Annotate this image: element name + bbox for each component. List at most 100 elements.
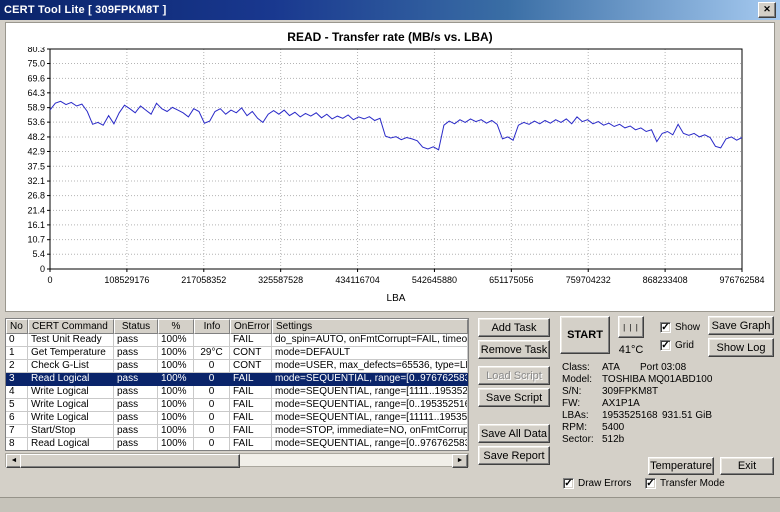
device-info-value: 1953525168 [602, 410, 658, 421]
device-info-label: FW: [562, 398, 581, 409]
table-cell: 4 [6, 386, 28, 399]
device-info-label: Model: [562, 374, 593, 385]
save-graph-button[interactable]: Save Graph [708, 316, 774, 335]
table-row[interactable]: 1 Get Temperature pass 100% 29°C CONT mode=DEF… [6, 347, 468, 360]
exit-button[interactable]: Exit [720, 457, 774, 475]
transfer-mode-checkbox[interactable]: ✓ Transfer Mode [645, 477, 725, 490]
table-cell: 5 [6, 399, 28, 412]
table-cell: pass [114, 347, 158, 360]
save-report-button[interactable]: Save Report [478, 446, 550, 465]
table-cell: 0 [194, 373, 230, 386]
save-all-data-button[interactable]: Save All Data [478, 424, 550, 443]
transfer-rate-chart: 80.3 75.0 69.6 64.3 58.9 53.6 48.2 42.9 37.5 32.1… [27, 47, 764, 303]
table-row[interactable]: 0 Test Unit Ready pass 100% FAIL do_spin=AUTO… [6, 334, 468, 347]
horizontal-scrollbar[interactable]: ◄ ► [5, 453, 469, 468]
table-cell: 100% [158, 412, 194, 425]
table-cell: Read Logical [28, 438, 114, 450]
svg-text:16.1: 16.1 [27, 220, 45, 230]
table-row[interactable]: 7 Start/Stop pass 100% 0 FAIL mode=STOP, immed… [6, 425, 468, 438]
table-cell: Read Logical [28, 373, 114, 386]
svg-text:217058352: 217058352 [181, 275, 226, 285]
task-table: No CERT Command Status% Info OnError Settings… [5, 318, 469, 451]
svg-text:75.0: 75.0 [27, 59, 45, 69]
transfer-mode-checkbox-label: Transfer Mode [660, 478, 725, 489]
close-icon: ✕ [763, 4, 771, 14]
device-info-label: S/N: [562, 386, 582, 397]
table-cell: FAIL [230, 399, 272, 412]
svg-text:325587528: 325587528 [258, 275, 303, 285]
save-script-button[interactable]: Save Script [478, 388, 550, 407]
device-info-line: Sector: 512b [562, 434, 775, 446]
column-header[interactable]: OnError [230, 319, 272, 334]
start-button[interactable]: START [560, 316, 610, 354]
svg-text:10.7: 10.7 [27, 235, 45, 245]
scrollbar-thumb[interactable] [20, 454, 240, 468]
table-row[interactable]: 8 Read Logical pass 100% 0 FAIL mode=SEQUENTIA… [6, 438, 468, 450]
grid-checkbox[interactable]: ✓ Grid [660, 339, 694, 352]
table-row[interactable]: 6 Write Logical pass 100% 0 FAIL mode=SEQUENTI… [6, 412, 468, 425]
svg-text:108529176: 108529176 [104, 275, 149, 285]
column-header[interactable]: % [158, 319, 194, 334]
table-cell: CONT [230, 360, 272, 373]
device-info-value: AX1P1A [602, 398, 640, 409]
table-cell: 0 [194, 360, 230, 373]
column-header[interactable]: Settings [272, 319, 468, 334]
svg-text:64.3: 64.3 [27, 88, 45, 98]
svg-text:434116704: 434116704 [335, 275, 379, 285]
svg-text:37.5: 37.5 [27, 161, 45, 171]
table-cell: 0 [194, 412, 230, 425]
svg-text:80.3: 80.3 [27, 47, 45, 54]
table-cell: 8 [6, 438, 28, 450]
load-script-button[interactable]: Load Script [478, 366, 550, 385]
table-cell: mode=SEQUENTIAL, range=[0..976762583], s… [272, 373, 468, 386]
table-row[interactable]: 5 Write Logical pass 100% 0 FAIL mode=SEQUENTI… [6, 399, 468, 412]
device-info-line: Model: TOSHIBA MQ01ABD100 [562, 374, 775, 386]
table-cell: Check G-List [28, 360, 114, 373]
table-cell [194, 334, 230, 347]
show-checkbox[interactable]: ✓ Show [660, 321, 700, 334]
table-cell: 3 [6, 373, 28, 386]
svg-text:0: 0 [40, 264, 45, 274]
table-cell: FAIL [230, 412, 272, 425]
column-header[interactable]: CERT Command [28, 319, 114, 334]
table-row[interactable]: 3 Read Logical pass 100% 0 FAIL mode=SEQUENTIA… [6, 373, 468, 386]
table-cell: Write Logical [28, 412, 114, 425]
table-cell: CONT [230, 347, 272, 360]
check-icon: ✓ [660, 322, 671, 333]
table-cell: pass [114, 399, 158, 412]
scroll-right-button[interactable]: ► [452, 454, 468, 468]
table-cell: 1 [6, 347, 28, 360]
remove-task-button[interactable]: Remove Task [478, 340, 550, 359]
table-cell: Write Logical [28, 399, 114, 412]
column-header[interactable]: Info [194, 319, 230, 334]
show-log-button[interactable]: Show Log [708, 338, 774, 357]
table-cell: Start/Stop [28, 425, 114, 438]
window-title: CERT Tool Lite [ 309FPKM8T ] [4, 4, 167, 16]
column-header[interactable]: Status [114, 319, 158, 334]
table-cell: FAIL [230, 334, 272, 347]
device-info-label: Sector: [562, 434, 594, 445]
device-info-label: Class: [562, 362, 590, 373]
draw-errors-checkbox[interactable]: ✓ Draw Errors [563, 477, 631, 490]
device-info-line: Class: ATA Port 03:08 [562, 362, 775, 374]
table-cell: Get Temperature [28, 347, 114, 360]
scroll-right-icon: ► [456, 457, 464, 464]
device-info-panel: Class: ATA Port 03:08 Model: TOSHIBA MQ01ABD… [562, 362, 775, 446]
temperature-button[interactable]: Temperature [648, 457, 714, 475]
table-header-row: No CERT Command Status% Info OnError Settings [6, 319, 468, 334]
column-header[interactable]: No [6, 319, 28, 334]
svg-text:759704232: 759704232 [566, 275, 611, 285]
table-row[interactable]: 2 Check G-List pass 100% 0 CONT mode=USER, max… [6, 360, 468, 373]
svg-text:42.9: 42.9 [27, 146, 45, 156]
svg-text:69.6: 69.6 [27, 73, 45, 83]
chart-title: READ - Transfer rate (MB/s vs. LBA) [287, 30, 493, 44]
device-info-value: 309FPKM8T [602, 386, 659, 397]
table-cell: 0 [194, 438, 230, 450]
close-button[interactable]: ✕ [758, 2, 776, 18]
table-row[interactable]: 4 Write Logical pass 100% 0 FAIL mode=SEQUENTI… [6, 386, 468, 399]
table-cell: mode=STOP, immediate=NO, onFmtCorrupt=IG… [272, 425, 468, 438]
pause-button[interactable]: | | | [618, 316, 644, 338]
device-info-line: LBAs: 1953525168 931.51 GiB [562, 410, 775, 422]
device-info-value: TOSHIBA MQ01ABD100 [602, 374, 713, 385]
add-task-button[interactable]: Add Task [478, 318, 550, 337]
